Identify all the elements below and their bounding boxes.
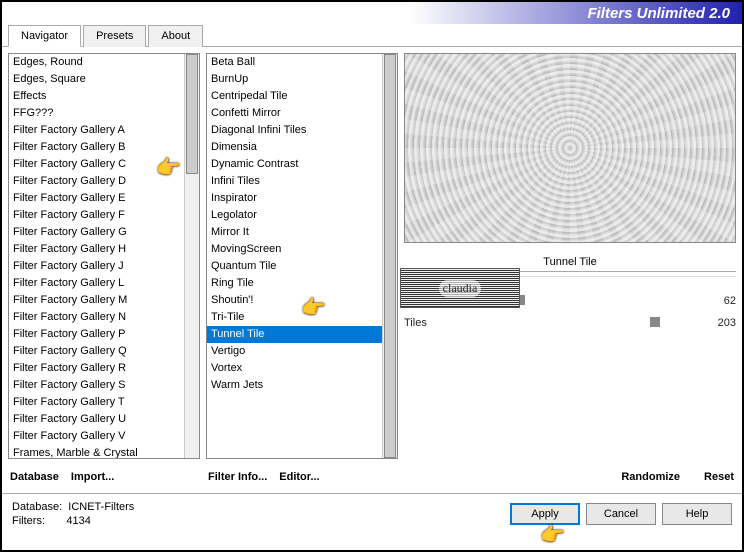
status-info: Database: ICNET-Filters Filters: 4134 — [12, 500, 134, 528]
filter-item[interactable]: Dynamic Contrast — [207, 156, 382, 173]
filters-scrollbar[interactable] — [382, 54, 397, 458]
category-item[interactable]: Filter Factory Gallery B — [9, 139, 184, 156]
filter-item[interactable]: Tunnel Tile — [207, 326, 382, 343]
category-item[interactable]: Filter Factory Gallery A — [9, 122, 184, 139]
filter-item[interactable]: Infini Tiles — [207, 173, 382, 190]
category-item[interactable]: Filter Factory Gallery P — [9, 326, 184, 343]
slider-value: 203 — [706, 317, 736, 329]
category-item[interactable]: Filter Factory Gallery D — [9, 173, 184, 190]
filter-item[interactable]: Centripedal Tile — [207, 88, 382, 105]
filter-item[interactable]: Shoutin'! — [207, 292, 382, 309]
category-item[interactable]: Filter Factory Gallery G — [9, 224, 184, 241]
category-item[interactable]: FFG??? — [9, 105, 184, 122]
filters-listbox[interactable]: Beta BallBurnUpCentripedal TileConfetti … — [206, 53, 398, 459]
filter-item[interactable]: Inspirator — [207, 190, 382, 207]
filters-column: Beta BallBurnUpCentripedal TileConfetti … — [206, 53, 398, 487]
preview-column: Tunnel Tile Depth 62 Tiles 203 Randomize Re… — [404, 53, 736, 487]
tab-strip: Navigator Presets About — [2, 24, 742, 47]
filter-item[interactable]: Warm Jets — [207, 377, 382, 394]
filter-item[interactable]: Beta Ball — [207, 54, 382, 71]
categories-scrollbar[interactable] — [184, 54, 199, 458]
tab-presets[interactable]: Presets — [83, 25, 146, 47]
category-item[interactable]: Filter Factory Gallery T — [9, 394, 184, 411]
slider-row: Tiles 203 — [404, 312, 736, 334]
filter-item[interactable]: Confetti Mirror — [207, 105, 382, 122]
categories-column: Edges, RoundEdges, SquareEffectsFFG???Fi… — [8, 53, 200, 487]
category-item[interactable]: Filter Factory Gallery R — [9, 360, 184, 377]
category-item[interactable]: Filter Factory Gallery H — [9, 241, 184, 258]
randomize-button[interactable]: Randomize — [619, 467, 682, 487]
filter-item[interactable]: Quantum Tile — [207, 258, 382, 275]
category-item[interactable]: Filter Factory Gallery M — [9, 292, 184, 309]
sliders-panel: Depth 62 Tiles 203 — [404, 290, 736, 459]
database-button[interactable]: Database — [8, 467, 61, 487]
filter-info-button[interactable]: Filter Info... — [206, 467, 269, 487]
category-item[interactable]: Filter Factory Gallery S — [9, 377, 184, 394]
filter-item[interactable]: BurnUp — [207, 71, 382, 88]
slider-row: Depth 62 — [404, 290, 736, 312]
category-item[interactable]: Edges, Square — [9, 71, 184, 88]
category-item[interactable]: Filter Factory Gallery C — [9, 156, 184, 173]
filter-item[interactable]: Dimensia — [207, 139, 382, 156]
category-item[interactable]: Filter Factory Gallery U — [9, 411, 184, 428]
filter-item[interactable]: Vortex — [207, 360, 382, 377]
category-item[interactable]: Frames, Marble & Crystal — [9, 445, 184, 458]
filter-item[interactable]: Mirror It — [207, 224, 382, 241]
filter-item[interactable]: Vertigo — [207, 343, 382, 360]
editor-button[interactable]: Editor... — [277, 467, 321, 487]
category-item[interactable]: Filter Factory Gallery V — [9, 428, 184, 445]
category-item[interactable]: Filter Factory Gallery F — [9, 207, 184, 224]
reset-button[interactable]: Reset — [702, 467, 736, 487]
category-item[interactable]: Filter Factory Gallery N — [9, 309, 184, 326]
cancel-button[interactable]: Cancel — [586, 503, 656, 525]
slider-track[interactable] — [455, 315, 700, 331]
filter-name-label: Tunnel Tile — [404, 253, 736, 272]
categories-listbox[interactable]: Edges, RoundEdges, SquareEffectsFFG???Fi… — [8, 53, 200, 459]
apply-button[interactable]: Apply — [510, 503, 580, 525]
category-item[interactable]: Edges, Round — [9, 54, 184, 71]
title-bar: Filters Unlimited 2.0 — [2, 2, 742, 24]
tab-about[interactable]: About — [148, 25, 203, 47]
filter-item[interactable]: Ring Tile — [207, 275, 382, 292]
filter-item[interactable]: Diagonal Infini Tiles — [207, 122, 382, 139]
app-title: Filters Unlimited 2.0 — [587, 5, 730, 22]
slider-label: Tiles — [404, 317, 449, 329]
slider-label: Depth — [404, 295, 449, 307]
category-item[interactable]: Filter Factory Gallery L — [9, 275, 184, 292]
filter-item[interactable]: Legolator — [207, 207, 382, 224]
filter-item[interactable]: Tri-Tile — [207, 309, 382, 326]
footer: Database: ICNET-Filters Filters: 4134 Ap… — [2, 493, 742, 534]
slider-value: 62 — [706, 295, 736, 307]
tab-navigator[interactable]: Navigator — [8, 25, 81, 47]
category-item[interactable]: Filter Factory Gallery J — [9, 258, 184, 275]
category-item[interactable]: Filter Factory Gallery E — [9, 190, 184, 207]
help-button[interactable]: Help — [662, 503, 732, 525]
category-item[interactable]: Effects — [9, 88, 184, 105]
import-button[interactable]: Import... — [69, 467, 116, 487]
filter-item[interactable]: MovingScreen — [207, 241, 382, 258]
slider-track[interactable] — [455, 293, 700, 309]
main-panel: Edges, RoundEdges, SquareEffectsFFG???Fi… — [2, 47, 742, 493]
category-item[interactable]: Filter Factory Gallery Q — [9, 343, 184, 360]
preview-image — [404, 53, 736, 243]
